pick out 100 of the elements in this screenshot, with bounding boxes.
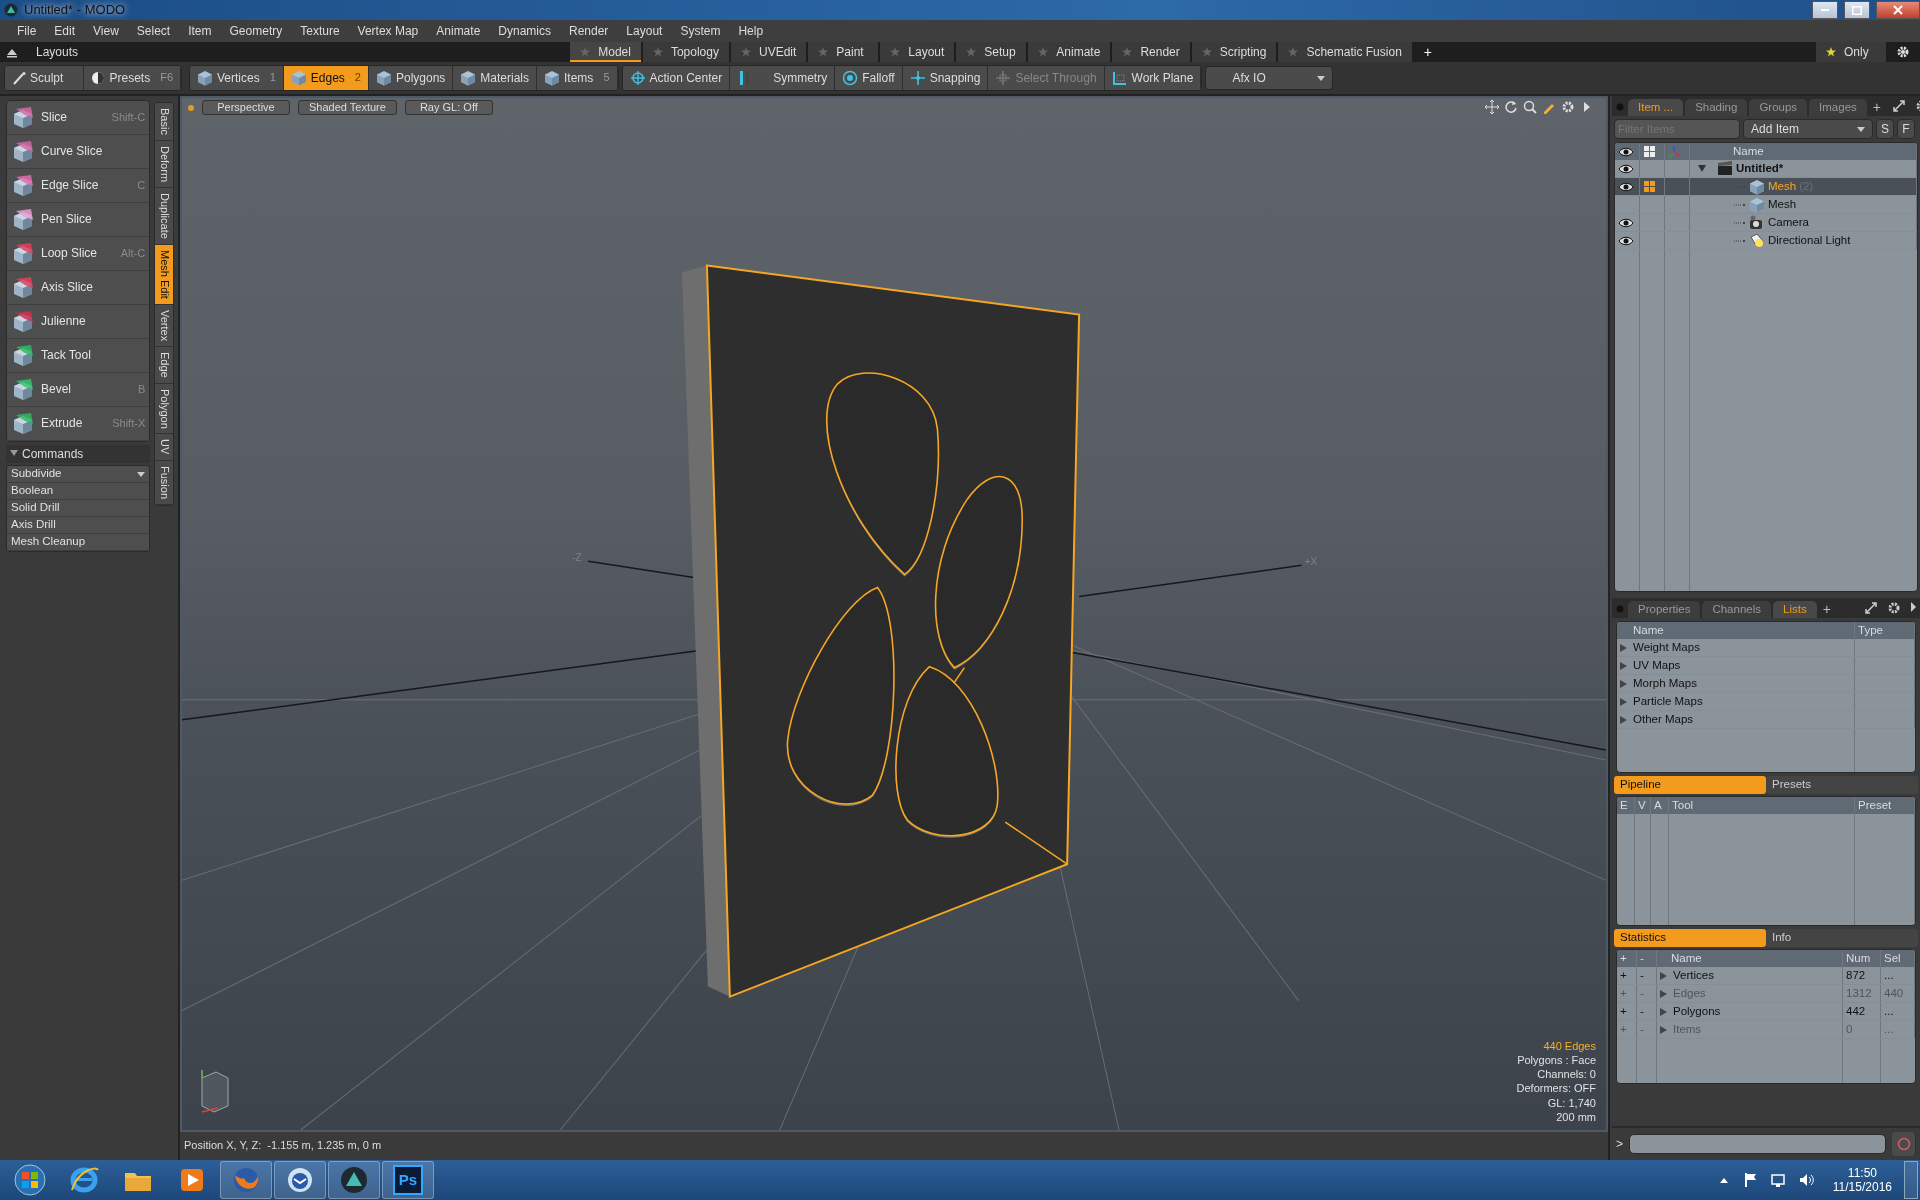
add-item-dropdown[interactable]: Add Item: [1743, 119, 1873, 139]
tool-item[interactable]: Pen Slice: [7, 203, 150, 237]
menu-item[interactable]: Texture: [291, 23, 349, 39]
view-option-button[interactable]: Perspective: [202, 100, 290, 115]
list-row[interactable]: Other Maps: [1617, 711, 1915, 729]
panel-tab[interactable]: Channels: [1702, 601, 1771, 618]
tool-item[interactable]: Axis Slice: [7, 271, 150, 305]
table-cell: 872: [1843, 967, 1881, 984]
column-header: Preset: [1855, 797, 1915, 814]
selection-mode-button[interactable]: Vertices 1: [190, 66, 284, 90]
side-tab[interactable]: Mesh Edit: [155, 244, 173, 305]
view-option-button[interactable]: Ray GL: Off: [404, 100, 493, 115]
item-name: Mesh: [1768, 179, 1797, 194]
menu-item[interactable]: Geometry: [220, 23, 292, 39]
remove-button[interactable]: -: [1637, 967, 1657, 984]
menu-item[interactable]: Vertex Map: [348, 23, 428, 39]
panel-tab[interactable]: Pipeline: [1614, 776, 1766, 794]
panel-tab[interactable]: Presets: [1766, 776, 1918, 794]
command-item[interactable]: Solid Drill: [7, 500, 150, 517]
tool-item[interactable]: Slice Shift-C: [7, 101, 150, 135]
tool-item[interactable]: Loop Slice Alt-C: [7, 237, 150, 271]
column-header: Name: [1657, 950, 1843, 967]
column-header: A: [1651, 797, 1669, 814]
command-item[interactable]: Boolean: [7, 483, 150, 500]
menu-item[interactable]: Help: [729, 23, 773, 39]
column-header: V: [1635, 797, 1651, 814]
toggle-button[interactable]: F: [1897, 119, 1915, 139]
menu-item[interactable]: File: [8, 23, 46, 39]
sculpt-button[interactable]: Sculpt: [5, 66, 85, 90]
dropdown[interactable]: Subdivide: [7, 466, 150, 483]
layout-tab[interactable]: Model: [570, 42, 643, 62]
layout-tab[interactable]: Paint: [808, 42, 881, 62]
list-row[interactable]: Particle Maps: [1617, 693, 1915, 711]
menu-item[interactable]: Select: [127, 23, 180, 39]
statistic-name: Polygons: [1673, 1004, 1721, 1019]
menu-item[interactable]: Layout: [617, 23, 672, 39]
list-row[interactable]: Morph Maps: [1617, 675, 1915, 693]
dropdown-button[interactable]: Afx IO: [1205, 66, 1334, 90]
layout-tab[interactable]: Topology: [642, 42, 731, 62]
panel-tab[interactable]: Images: [1809, 99, 1867, 116]
toggle-button[interactable]: S: [1876, 119, 1894, 139]
panel-tab[interactable]: Groups: [1749, 99, 1808, 116]
list-row[interactable]: UV Maps: [1617, 657, 1915, 675]
column-header: Name: [1617, 622, 1855, 639]
layout-tab[interactable]: Scripting: [1191, 42, 1279, 62]
table-cell: 0: [1843, 1021, 1881, 1038]
column-header: Tool: [1669, 797, 1855, 814]
add-tab-button[interactable]: +: [1419, 43, 1436, 61]
table-cell: 442: [1843, 1003, 1881, 1020]
tree-row[interactable]: Directional Light: [1615, 232, 1917, 250]
menu-item[interactable]: Edit: [45, 23, 85, 39]
menu-item[interactable]: View: [84, 23, 128, 39]
menu-item[interactable]: Dynamics: [489, 23, 560, 39]
viewport-info-text: Polygons : Face: [1517, 1054, 1596, 1068]
add-tab-button[interactable]: +: [1868, 99, 1885, 116]
layout-tab[interactable]: Layout: [880, 42, 957, 62]
layout-tab[interactable]: UVEdit: [730, 42, 809, 62]
status-text: Position X, Y, Z: -1.155 m, 1.235 m, 0 m: [184, 1139, 382, 1153]
add-button[interactable]: +: [1617, 967, 1637, 984]
menu-item[interactable]: System: [671, 23, 730, 39]
column-header: Name: [1732, 144, 1764, 159]
layout-tab[interactable]: Animate: [1028, 42, 1113, 62]
add-button[interactable]: +: [1617, 1003, 1637, 1020]
list-row[interactable]: Weight Maps: [1617, 639, 1915, 657]
panel-tab[interactable]: Statistics: [1614, 929, 1766, 947]
side-tab[interactable]: Basic: [155, 103, 173, 141]
viewport-info-text: Channels: 0: [1537, 1068, 1596, 1082]
layout-tab[interactable]: Render: [1112, 42, 1192, 62]
layout-tab[interactable]: Schematic Fusion: [1278, 42, 1414, 62]
only-button[interactable]: Only: [1816, 42, 1888, 62]
remove-button[interactable]: -: [1637, 1003, 1657, 1020]
tool-item[interactable]: Edge Slice C: [7, 169, 150, 203]
panel-tab[interactable]: Item ...: [1628, 99, 1684, 116]
tool-item[interactable]: Julienne: [7, 305, 150, 339]
panel-tab[interactable]: Properties: [1628, 601, 1701, 618]
tool-item[interactable]: Extrude Shift-X: [7, 407, 150, 441]
tree-row[interactable]: Camera: [1615, 214, 1917, 232]
panel-tab[interactable]: Shading: [1685, 99, 1748, 116]
item-name: Untitled*: [1736, 161, 1784, 176]
command-item[interactable]: Axis Drill: [7, 517, 150, 534]
tool-button[interactable]: Action Center: [622, 66, 731, 90]
taskbar-app-button[interactable]: Ps: [382, 1161, 434, 1199]
add-tab-button[interactable]: +: [1818, 601, 1835, 618]
menu-item[interactable]: Item: [179, 23, 221, 39]
tool-item[interactable]: Bevel B: [7, 373, 150, 407]
tree-row[interactable]: Mesh: [1615, 196, 1917, 214]
panel-tab[interactable]: Info: [1766, 929, 1918, 947]
selection-mode-button[interactable]: Edges 2: [283, 66, 369, 90]
clock-time: 11:50: [1847, 1165, 1877, 1180]
column-header: -: [1637, 950, 1657, 967]
command-item[interactable]: Mesh Cleanup: [7, 534, 150, 551]
statistic-name: Edges: [1673, 986, 1706, 1001]
menu-item[interactable]: Animate: [427, 23, 490, 39]
tool-item[interactable]: Curve Slice: [7, 135, 150, 169]
panel-tab[interactable]: Lists: [1773, 601, 1817, 618]
view-option-button[interactable]: Shaded Texture: [298, 100, 397, 115]
layout-tab[interactable]: Setup: [956, 42, 1029, 62]
menu-item[interactable]: Render: [560, 23, 618, 39]
tool-item[interactable]: Tack Tool: [7, 339, 150, 373]
column-header: Num: [1843, 950, 1881, 967]
